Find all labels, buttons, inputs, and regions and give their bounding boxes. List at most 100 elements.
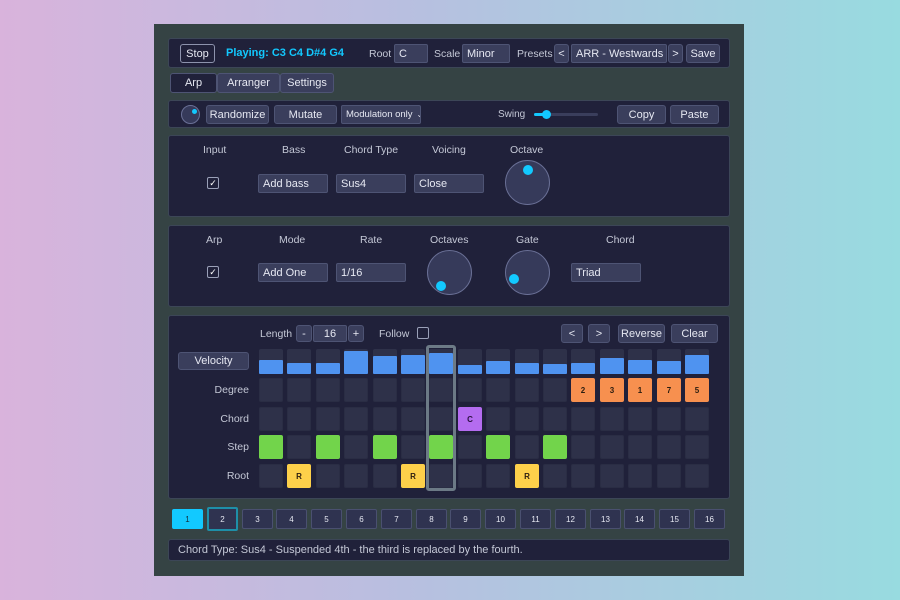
degree-step[interactable] bbox=[458, 378, 482, 402]
octave-knob[interactable] bbox=[505, 160, 550, 205]
velocity-step[interactable] bbox=[543, 349, 567, 374]
input-checkbox[interactable]: ✓ bbox=[207, 177, 219, 189]
degree-step[interactable] bbox=[373, 378, 397, 402]
root-step[interactable]: R bbox=[287, 464, 311, 488]
degree-step[interactable] bbox=[543, 378, 567, 402]
pattern-button[interactable]: 15 bbox=[659, 509, 690, 529]
root-step[interactable] bbox=[685, 464, 709, 488]
degree-step[interactable] bbox=[401, 378, 425, 402]
velocity-step[interactable] bbox=[600, 349, 624, 374]
step-step[interactable] bbox=[401, 435, 425, 459]
preset-next-button[interactable]: > bbox=[668, 44, 683, 63]
chord-step[interactable] bbox=[287, 407, 311, 431]
chord-step[interactable] bbox=[316, 407, 340, 431]
tab-arranger[interactable]: Arranger bbox=[217, 73, 280, 93]
chord-step[interactable] bbox=[344, 407, 368, 431]
step-step[interactable] bbox=[316, 435, 340, 459]
root-step[interactable] bbox=[600, 464, 624, 488]
chord-select[interactable]: Triad bbox=[571, 263, 641, 282]
paste-button[interactable]: Paste bbox=[670, 105, 719, 124]
chord-type-select[interactable]: Sus4 bbox=[336, 174, 406, 193]
degree-step[interactable]: 7 bbox=[657, 378, 681, 402]
chord-step[interactable] bbox=[543, 407, 567, 431]
pattern-button[interactable]: 5 bbox=[311, 509, 342, 529]
velocity-step[interactable] bbox=[571, 349, 595, 374]
root-step[interactable] bbox=[571, 464, 595, 488]
randomize-button[interactable]: Randomize bbox=[206, 105, 269, 124]
velocity-step[interactable] bbox=[287, 349, 311, 374]
pattern-button[interactable]: 14 bbox=[624, 509, 655, 529]
pattern-button[interactable]: 1 bbox=[172, 509, 203, 529]
tab-settings[interactable]: Settings bbox=[280, 73, 334, 93]
bass-select[interactable]: Add bass bbox=[258, 174, 328, 193]
velocity-step[interactable] bbox=[628, 349, 652, 374]
root-step[interactable] bbox=[458, 464, 482, 488]
root-step[interactable] bbox=[259, 464, 283, 488]
rate-select[interactable]: 1/16 bbox=[336, 263, 406, 282]
modulation-select[interactable]: Modulation only ⌄ bbox=[341, 105, 421, 124]
scale-select[interactable]: Minor bbox=[462, 44, 510, 63]
step-step[interactable] bbox=[628, 435, 652, 459]
step-step[interactable] bbox=[373, 435, 397, 459]
degree-step[interactable]: 2 bbox=[571, 378, 595, 402]
degree-step[interactable] bbox=[344, 378, 368, 402]
root-step[interactable] bbox=[657, 464, 681, 488]
master-knob[interactable] bbox=[181, 105, 200, 124]
velocity-step[interactable] bbox=[259, 349, 283, 374]
degree-step[interactable]: 1 bbox=[628, 378, 652, 402]
chord-step[interactable] bbox=[571, 407, 595, 431]
velocity-step[interactable] bbox=[657, 349, 681, 374]
chord-step[interactable] bbox=[486, 407, 510, 431]
pattern-button[interactable]: 10 bbox=[485, 509, 516, 529]
degree-step[interactable] bbox=[287, 378, 311, 402]
swing-slider-thumb[interactable] bbox=[541, 110, 551, 119]
root-step[interactable]: R bbox=[401, 464, 425, 488]
velocity-step[interactable] bbox=[401, 349, 425, 374]
root-step[interactable] bbox=[373, 464, 397, 488]
step-step[interactable] bbox=[344, 435, 368, 459]
tab-arp[interactable]: Arp bbox=[170, 73, 217, 93]
gate-knob[interactable] bbox=[505, 250, 550, 295]
step-step[interactable] bbox=[600, 435, 624, 459]
copy-button[interactable]: Copy bbox=[617, 105, 666, 124]
root-step[interactable] bbox=[344, 464, 368, 488]
pattern-button[interactable]: 11 bbox=[520, 509, 551, 529]
step-step[interactable] bbox=[571, 435, 595, 459]
root-step[interactable]: R bbox=[515, 464, 539, 488]
step-step[interactable] bbox=[259, 435, 283, 459]
pattern-button[interactable]: 2 bbox=[207, 507, 238, 531]
degree-step[interactable]: 3 bbox=[600, 378, 624, 402]
arp-checkbox[interactable]: ✓ bbox=[207, 266, 219, 278]
mode-select[interactable]: Add One bbox=[258, 263, 328, 282]
swing-slider[interactable] bbox=[534, 110, 598, 119]
root-step[interactable] bbox=[486, 464, 510, 488]
chord-step[interactable] bbox=[401, 407, 425, 431]
step-step[interactable] bbox=[287, 435, 311, 459]
pattern-button[interactable]: 13 bbox=[590, 509, 621, 529]
chord-step[interactable] bbox=[628, 407, 652, 431]
degree-step[interactable] bbox=[515, 378, 539, 402]
chord-step[interactable] bbox=[657, 407, 681, 431]
pattern-button[interactable]: 16 bbox=[694, 509, 725, 529]
degree-step[interactable] bbox=[259, 378, 283, 402]
preset-select[interactable]: ARR - Westwards bbox=[571, 44, 667, 63]
step-step[interactable] bbox=[458, 435, 482, 459]
degree-step[interactable] bbox=[316, 378, 340, 402]
pattern-button[interactable]: 4 bbox=[276, 509, 307, 529]
pattern-button[interactable]: 7 bbox=[381, 509, 412, 529]
step-step[interactable] bbox=[685, 435, 709, 459]
step-step[interactable] bbox=[515, 435, 539, 459]
velocity-step[interactable] bbox=[373, 349, 397, 374]
octaves-knob[interactable] bbox=[427, 250, 472, 295]
pattern-button[interactable]: 6 bbox=[346, 509, 377, 529]
root-step[interactable] bbox=[316, 464, 340, 488]
chord-step[interactable] bbox=[600, 407, 624, 431]
velocity-step[interactable] bbox=[486, 349, 510, 374]
pattern-button[interactable]: 8 bbox=[416, 509, 447, 529]
velocity-step[interactable] bbox=[685, 349, 709, 374]
pattern-button[interactable]: 12 bbox=[555, 509, 586, 529]
chord-step[interactable]: C bbox=[458, 407, 482, 431]
root-step[interactable] bbox=[543, 464, 567, 488]
velocity-step[interactable] bbox=[344, 349, 368, 374]
velocity-step[interactable] bbox=[458, 349, 482, 374]
